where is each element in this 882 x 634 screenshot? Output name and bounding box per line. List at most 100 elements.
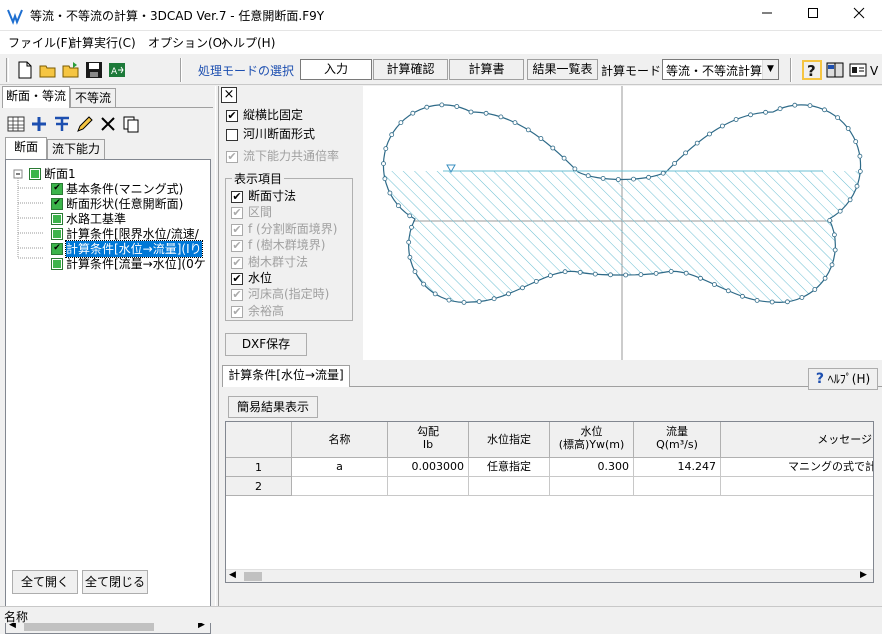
flow-capacity-common-checkbox[interactable]: ✔ 流下能力共通倍率 [226,148,361,165]
scroll-thumb[interactable] [24,622,154,631]
splitter[interactable] [215,86,219,606]
column-header[interactable]: メッセージ [721,422,873,458]
display-item-checkbox[interactable]: ✔ f (分割断面境界) [231,221,351,238]
column-header-label: 流量 [666,425,688,438]
section-point [707,131,712,137]
display-item-checkbox[interactable]: ✔ 余裕高 [231,303,351,320]
menu-file[interactable]: ファイル(F) [8,34,72,51]
grid-cell-flow[interactable] [634,477,721,496]
section-point [600,176,606,181]
add-plus-icon[interactable] [29,114,49,134]
tab-section[interactable]: 断面 [5,137,47,159]
column-header[interactable]: 水位指定 [469,422,550,458]
grid-cell-slope[interactable] [388,477,469,496]
grid-cell-level[interactable] [550,477,634,496]
mode-check-button[interactable]: 計算確認 [373,59,448,80]
section-canvas[interactable] [363,86,882,360]
minimize-icon [762,12,772,14]
display-items-list: ✔ 断面寸法 ✔ 区間 ✔ f (分割断面境界) ✔ f (樹木群境界) ✔ 樹木群寸法 ✔ 水位 ✔ 河… [231,188,351,318]
display-item-checkbox[interactable]: ✔ 区間 [231,204,351,221]
minimize-button[interactable] [744,0,790,31]
grid-cell-level[interactable]: 0.300 [550,458,634,477]
export-excel-icon[interactable]: A [107,60,127,80]
grid-cell-name[interactable] [292,477,388,496]
column-header-label: メッセージ [817,433,872,446]
save-icon[interactable] [84,60,104,80]
tab-nonuniform[interactable]: 不等流 [70,88,116,108]
toolbar-separator [180,58,182,82]
mode-result-list-button[interactable]: 結果一覧表 [527,59,598,80]
tab-flow-capacity[interactable]: 流下能力 [47,139,105,159]
edit-pencil-icon[interactable] [75,114,95,134]
display-item-checkbox[interactable]: ✔ 水位 [231,270,351,287]
mode-report-button[interactable]: 計算書 [449,59,524,80]
section-point [854,183,860,189]
insert-icon[interactable] [52,114,72,134]
version-icon[interactable]: V [869,60,882,80]
maximize-button[interactable] [790,0,836,31]
close-button[interactable] [836,0,882,31]
check-icon: ✔ [51,198,63,210]
scroll-thumb[interactable] [244,572,262,581]
section-point [857,169,863,174]
condition-grid: 名称 勾配 Ib 水位指定 水位 (標高)Yw(m) 流量 Q(m³/s) メッセージ 1 a 0.0… [225,421,874,583]
expand-all-button[interactable]: 全て開く [12,570,78,594]
grid-cell-msg[interactable]: マニングの式で計 [721,458,873,477]
tab-level-to-flow[interactable]: 計算条件[水位→流量] [222,365,350,387]
new-file-icon[interactable] [15,60,35,80]
grid-cell-mode[interactable] [469,477,550,496]
menu-calc[interactable]: 計算実行(C) [70,34,136,51]
grid-cell-name[interactable]: a [292,458,388,477]
grid-cell-flow[interactable]: 14.247 [634,458,721,477]
display-item-label: f (樹木群境界) [248,238,326,253]
help-button[interactable]: ? ﾍﾙﾌﾟ(H) [808,368,878,390]
menu-option[interactable]: オプション(O) [148,34,227,51]
chevron-down-icon: ▼ [762,60,778,79]
copy-icon[interactable] [121,114,141,134]
section-point [853,139,859,144]
section-point [550,145,556,151]
fixed-aspect-checkbox[interactable]: ✔ 縦横比固定 [226,107,361,124]
grid-cell-msg[interactable] [721,477,873,496]
open-recent-icon[interactable] [61,60,81,80]
simple-result-button[interactable]: 簡易結果表示 [228,396,318,418]
column-header[interactable]: 流量 Q(m³/s) [634,422,721,458]
open-folder-icon[interactable] [38,60,58,80]
display-item-checkbox[interactable]: ✔ 断面寸法 [231,188,351,205]
help-question-icon[interactable]: ? [802,60,822,80]
tab-section-uniform[interactable]: 断面・等流 [2,86,70,108]
close-pane-button[interactable]: × [221,87,237,103]
scroll-left-icon[interactable]: ◀ [229,570,236,580]
menu-help[interactable]: ヘルプ(H) [221,34,275,51]
display-item-checkbox[interactable]: ✔ 樹木群寸法 [231,254,351,271]
section-point [562,269,568,275]
section-point [538,136,544,141]
mode-input-button[interactable]: 入力 [300,59,372,80]
grid-h-scrollbar[interactable]: ◀ ▶ [226,569,873,582]
section-point [847,197,853,203]
display-item-checkbox[interactable]: ✔ 河床高(指定時) [231,286,351,303]
display-item-checkbox[interactable]: ✔ f (樹木群境界) [231,237,351,254]
section-point [812,287,818,292]
table-icon[interactable] [6,114,26,134]
manual-book-icon[interactable] [825,60,845,80]
column-header[interactable]: 名称 [292,422,388,458]
column-header[interactable]: 勾配 Ib [388,422,469,458]
column-header[interactable]: 水位 (標高)Yw(m) [550,422,634,458]
delete-x-icon[interactable] [98,114,118,134]
checkbox-box: ✔ [231,222,243,236]
grid-cell-slope[interactable]: 0.003000 [388,458,469,477]
section-point [520,285,525,291]
calc-mode-select[interactable]: 等流・不等流計算 ▼ [662,59,779,80]
row-header[interactable]: 2 [226,477,292,496]
row-header[interactable]: 1 [226,458,292,477]
river-section-checkbox[interactable]: 河川断面形式 [226,126,361,143]
dxf-save-button[interactable]: DXF保存 [225,333,307,356]
section-point [585,173,591,179]
collapse-all-button[interactable]: 全て閉じる [82,570,148,594]
grid-cell-mode[interactable]: 任意指定 [469,458,550,477]
close-icon [853,7,865,19]
scroll-right-icon[interactable]: ▶ [860,570,867,580]
id-card-icon[interactable] [848,60,868,80]
column-header-sublabel: (標高)Yw(m) [558,438,625,451]
